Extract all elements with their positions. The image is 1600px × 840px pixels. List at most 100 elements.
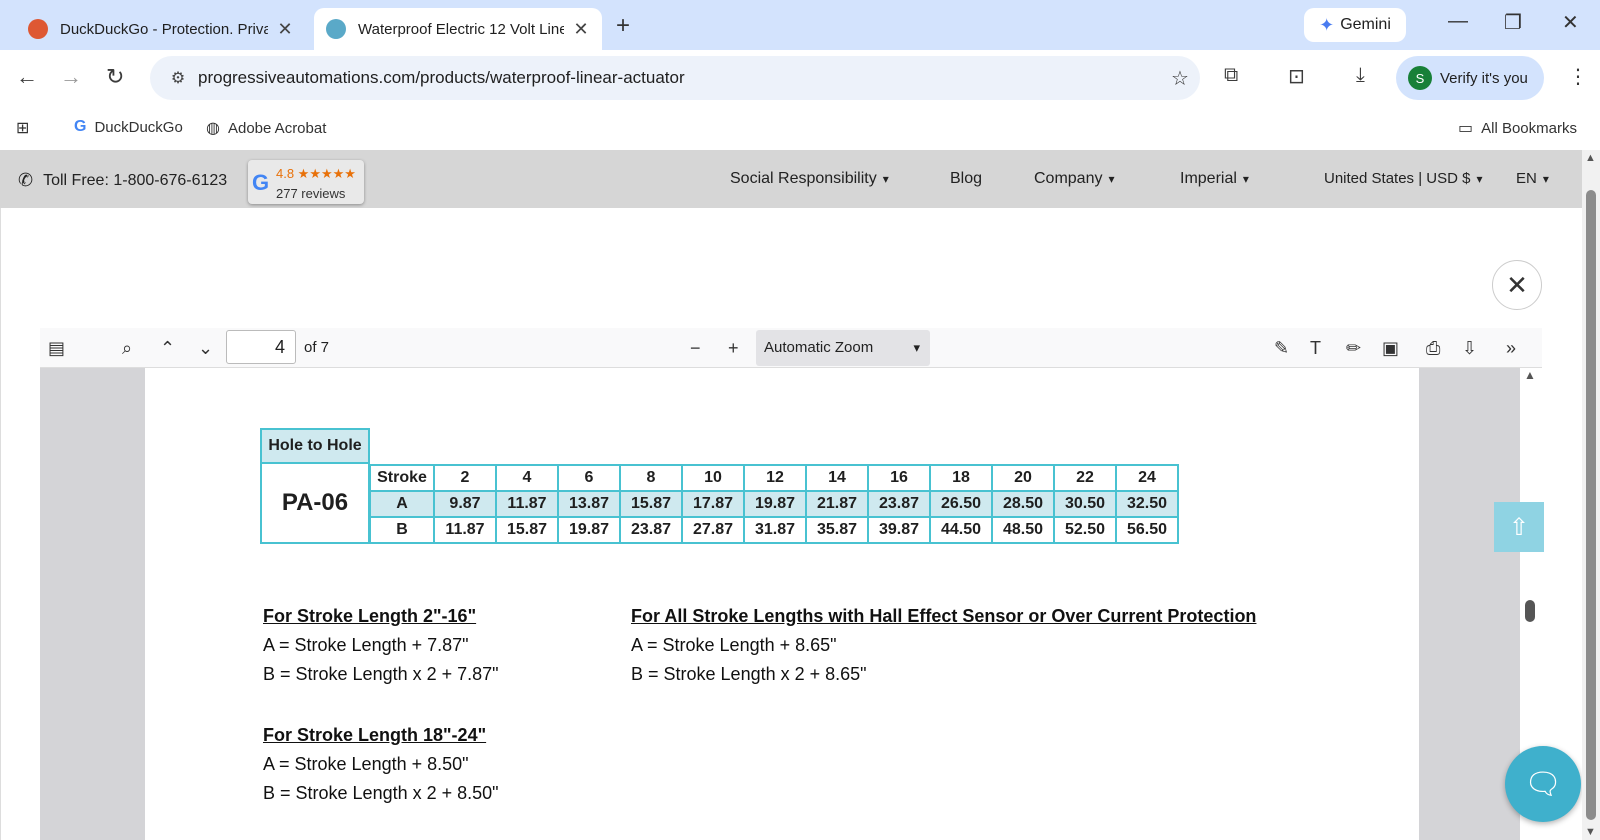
zoom-value: Automatic Zoom [764,339,874,356]
previous-page-icon[interactable]: ⌃ [160,338,175,359]
chevron-down-icon: ▾ [1542,172,1549,186]
forward-button[interactable]: → [60,64,82,90]
formula-b: B = Stroke Length x 2 + 7.87" [263,664,499,684]
avatar: S [1408,66,1432,90]
extensions-icon[interactable]: ⧉ [1224,64,1238,87]
rating: 4.8 ★★★★★ [276,166,356,181]
nav-label: Social Responsibility [730,170,877,187]
progressive-automations-icon [326,19,346,39]
tab-title: Waterproof Electric 12 Volt Linear [358,20,564,38]
table-cell: 39.87 [867,516,931,544]
search-icon[interactable]: ⌕ [122,338,132,359]
bookmark-adobe-acrobat[interactable]: ◍ Adobe Acrobat [206,118,326,138]
zoom-select[interactable]: Automatic Zoom ▾ [756,330,930,366]
model-label: PA-06 [260,464,370,544]
search-tabs-icon[interactable]: ⊡ [1288,64,1305,89]
table-cell: 11.87 [495,490,559,518]
scroll-down-icon[interactable]: ▼ [1585,826,1596,838]
table-cell: 23.87 [619,516,683,544]
globe-icon: ◍ [206,120,220,137]
formula-heading: For Stroke Length 2"-16" [263,606,477,626]
tab-waterproof-actuator[interactable]: Waterproof Electric 12 Volt Linear ✕ [314,8,602,50]
table-cell: 8 [619,464,683,492]
save-icon[interactable]: ⇩ [1462,338,1477,359]
scroll-up-icon[interactable]: ▲ [1585,152,1596,164]
reload-button[interactable]: ↻ [106,64,124,90]
table-cell: 26.50 [929,490,993,518]
back-button[interactable]: ← [16,64,38,90]
highlight-icon[interactable]: ✎ [1274,338,1289,359]
formula-b: B = Stroke Length x 2 + 8.50" [263,783,499,803]
chevron-down-icon: ▾ [913,340,920,355]
scroll-up-icon[interactable]: ▲ [1524,368,1536,382]
gemini-icon: ✦ [1319,14,1335,35]
nav-label: United States | USD $ [1324,170,1471,187]
bookmark-star-icon[interactable]: ☆ [1160,66,1200,91]
zoom-out-icon[interactable]: − [690,338,701,359]
table-cell: 10 [681,464,745,492]
page-scrollbar[interactable]: ▲ ▼ [1582,150,1600,840]
text-tool-icon[interactable]: T [1310,338,1321,359]
download-icon[interactable]: ⤓ [1356,64,1365,87]
duckduckgo-icon [28,19,48,39]
nav-region[interactable]: United States | USD $ ▾ [1324,170,1483,187]
table-row: B 11.87 15.87 19.87 23.87 27.87 31.87 35… [369,516,1179,544]
close-window-button[interactable]: ✕ [1562,10,1579,35]
table-cell: 9.87 [433,490,497,518]
formula-a: A = Stroke Length + 7.87" [263,635,469,655]
table-cell: 4 [495,464,559,492]
nav-language[interactable]: EN ▾ [1516,170,1549,187]
nav-imperial[interactable]: Imperial ▾ [1180,170,1249,188]
pdf-toolbar: ▤ ⌕ ⌃ ⌄ 4 of 7 − + Automatic Zoom ▾ ✎ T … [40,328,1542,368]
tab-duckduckgo[interactable]: DuckDuckGo - Protection. Privacy ✕ [16,8,306,50]
toll-free[interactable]: ✆ Toll Free: 1-800-676-6123 [18,170,227,191]
all-bookmarks[interactable]: ▭ All Bookmarks [1458,118,1577,138]
google-icon: G [252,170,270,195]
menu-icon[interactable]: ⋮ [1568,64,1588,89]
chat-button[interactable]: 🗨 [1505,746,1581,822]
address-bar[interactable]: ⚙ progressiveautomations.com/products/wa… [150,56,1200,100]
table-cell: 21.87 [805,490,869,518]
more-tools-icon[interactable]: » [1506,338,1516,359]
bookmarks-bar: ⊞ G DuckDuckGo ◍ Adobe Acrobat ▭ All Boo… [0,106,1600,150]
site-header: ✆ Toll Free: 1-800-676-6123 G 4.8 ★★★★★ … [0,150,1582,208]
page-scroll-thumb[interactable] [1586,190,1596,820]
profile-button[interactable]: S Verify it's you [1396,56,1544,100]
bookmark-label: DuckDuckGo [94,118,183,136]
minimize-button[interactable]: — [1448,10,1468,33]
close-modal-button[interactable]: ✕ [1492,260,1542,310]
table-cell: 11.87 [433,516,497,544]
pdf-scroll-thumb[interactable] [1525,600,1535,622]
print-icon[interactable]: ⎙ [1426,338,1440,359]
close-tab-icon[interactable]: ✕ [572,19,590,40]
image-icon[interactable]: ▣ [1382,338,1399,359]
table-cell: 35.87 [805,516,869,544]
nav-label: Company [1034,170,1103,187]
apps-icon[interactable]: ⊞ [16,118,37,138]
bookmark-duckduckgo[interactable]: G DuckDuckGo [74,118,183,136]
restore-button[interactable]: ❐ [1504,10,1522,35]
table-cell: 15.87 [619,490,683,518]
table-cell: 48.50 [991,516,1055,544]
google-icon: G [74,118,87,135]
zoom-in-icon[interactable]: + [728,338,739,359]
draw-icon[interactable]: ✏ [1346,338,1361,359]
new-tab-button[interactable]: + [616,12,630,40]
url-text[interactable]: progressiveautomations.com/products/wate… [198,68,1160,88]
chevron-down-icon: ▾ [1108,172,1115,186]
formula-heading: For Stroke Length 18"-24" [263,725,487,745]
nav-company[interactable]: Company ▾ [1034,170,1115,188]
sidebar-toggle-icon[interactable]: ▤ [48,338,65,359]
close-tab-icon[interactable]: ✕ [276,19,294,40]
scroll-to-top-button[interactable]: ⇧ [1494,502,1544,552]
nav-social-responsibility[interactable]: Social Responsibility ▾ [730,170,889,188]
page-number-input[interactable]: 4 [226,330,296,364]
nav-blog[interactable]: Blog [950,170,982,188]
gemini-button[interactable]: ✦ Gemini [1304,8,1406,42]
next-page-icon[interactable]: ⌄ [198,338,213,359]
table-cell: 44.50 [929,516,993,544]
google-reviews-badge[interactable]: G 4.8 ★★★★★ 277 reviews [248,160,364,204]
table-cell: B [369,516,435,544]
site-info-icon[interactable]: ⚙ [158,68,198,88]
formula-a: A = Stroke Length + 8.50" [263,754,469,774]
